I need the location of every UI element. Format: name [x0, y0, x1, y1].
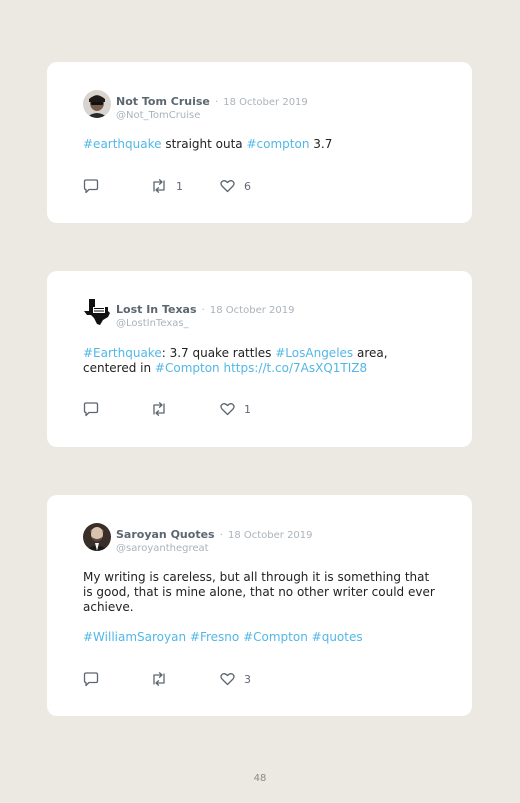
reply-button[interactable] [83, 672, 99, 687]
reply-button[interactable] [83, 402, 99, 417]
author-name[interactable]: Not Tom Cruise [116, 95, 210, 108]
text-span: : 3.7 quake rattles [161, 346, 276, 360]
hashtag-link[interactable]: #Fresno [190, 630, 239, 644]
avatar-image-icon [83, 523, 111, 551]
text-span: straight outa [161, 137, 247, 151]
retweet-count: 1 [176, 179, 183, 193]
avatar[interactable] [83, 90, 111, 118]
heart-outline-icon [220, 673, 235, 686]
author-name[interactable]: Saroyan Quotes [116, 528, 215, 541]
separator-dot: · [201, 305, 205, 316]
hashtag-link[interactable]: #WilliamSaroyan [83, 630, 186, 644]
retweet-arrows-icon [153, 179, 165, 193]
tweet-date[interactable]: 18 October 2019 [223, 97, 308, 108]
reply-button[interactable] [83, 179, 99, 194]
tweet-text: #Earthquake: 3.7 quake rattles #LosAngel… [83, 346, 436, 376]
hashtag-link[interactable]: #earthquake [83, 137, 162, 151]
separator-dot: · [214, 97, 219, 108]
tweet-text: My writing is careless, but all through … [83, 570, 436, 615]
retweet-button[interactable] [151, 672, 176, 686]
hashtag-link[interactable]: #Compton [155, 361, 220, 375]
avatar[interactable] [83, 523, 111, 551]
hashtag-link[interactable]: #quotes [312, 630, 363, 644]
tweet-card: Lost In Texas · 18 October 2019 @LostInT… [47, 271, 472, 447]
tweet-card: Not Tom Cruise · 18 October 2019 @Not_To… [47, 62, 472, 223]
hashtag-link[interactable]: #compton [246, 137, 309, 151]
tweet-date[interactable]: 18 October 2019 [228, 530, 313, 541]
author-handle[interactable]: @saroyanthegreat [116, 543, 313, 554]
tweet-meta: Not Tom Cruise · 18 October 2019 @Not_To… [116, 90, 308, 121]
retweet-button[interactable]: 1 [151, 179, 183, 193]
text-span: My writing is careless, but all through … [83, 570, 435, 614]
page-number: 48 [253, 773, 267, 784]
speech-bubble-icon [83, 402, 99, 417]
hashtag-link[interactable]: #Earthquake [83, 346, 162, 360]
tweet-text: #earthquake straight outa #compton 3.7 [83, 137, 436, 152]
texas-shape-icon [83, 298, 111, 326]
tweet-meta: Saroyan Quotes · 18 October 2019 @saroya… [116, 523, 313, 554]
retweet-arrows-icon [153, 402, 165, 416]
tweet-meta: Lost In Texas · 18 October 2019 @LostInT… [116, 298, 294, 329]
hashtag-link[interactable]: #LosAngeles [275, 346, 353, 360]
url-link[interactable]: https://t.co/7AsXQ1TIZ8 [223, 361, 367, 375]
like-button[interactable]: 1 [220, 402, 251, 416]
like-button[interactable]: 3 [220, 672, 251, 686]
like-button[interactable]: 6 [220, 179, 251, 193]
retweet-button[interactable] [151, 402, 176, 416]
retweet-arrows-icon [153, 672, 165, 686]
author-handle[interactable]: @LostInTexas_ [116, 318, 294, 329]
hashtag-link[interactable]: #Compton [243, 630, 308, 644]
like-count: 3 [244, 672, 251, 686]
separator-dot: · [219, 530, 223, 541]
text-span: 3.7 [309, 137, 333, 151]
avatar-image-icon [83, 90, 111, 118]
tweet-date[interactable]: 18 October 2019 [210, 305, 295, 316]
heart-outline-icon [220, 180, 235, 193]
tweet-hashtags: #WilliamSaroyan #Fresno #Compton #quotes [83, 630, 436, 645]
tweet-card: Saroyan Quotes · 18 October 2019 @saroya… [47, 495, 472, 716]
heart-outline-icon [220, 403, 235, 416]
like-count: 1 [244, 402, 251, 416]
author-name[interactable]: Lost In Texas [116, 303, 197, 316]
like-count: 6 [244, 179, 251, 193]
speech-bubble-icon [83, 179, 99, 194]
avatar[interactable] [83, 298, 111, 326]
author-handle[interactable]: @Not_TomCruise [116, 110, 308, 121]
speech-bubble-icon [83, 672, 99, 687]
